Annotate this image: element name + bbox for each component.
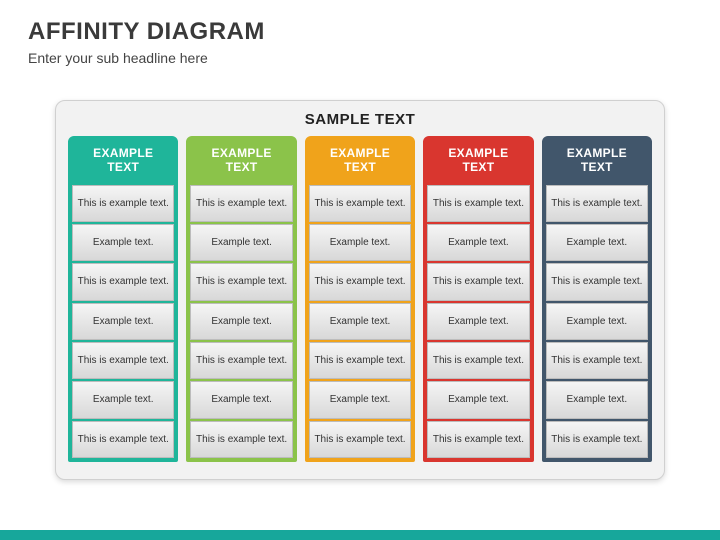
affinity-cell[interactable]: This is example text. xyxy=(427,421,529,458)
columns-container: EXAMPLE TEXTThis is example text.Example… xyxy=(68,136,652,462)
column-cells: This is example text.Example text.This i… xyxy=(188,185,294,460)
affinity-cell[interactable]: Example text. xyxy=(190,303,292,340)
affinity-column: EXAMPLE TEXTThis is example text.Example… xyxy=(68,136,178,462)
affinity-cell[interactable]: This is example text. xyxy=(546,185,648,222)
affinity-cell[interactable]: This is example text. xyxy=(190,421,292,458)
affinity-cell[interactable]: This is example text. xyxy=(309,185,411,222)
affinity-cell[interactable]: This is example text. xyxy=(427,263,529,300)
affinity-cell[interactable]: This is example text. xyxy=(190,342,292,379)
column-header: EXAMPLE TEXT xyxy=(307,138,413,185)
affinity-cell[interactable]: This is example text. xyxy=(309,263,411,300)
affinity-cell[interactable]: Example text. xyxy=(190,381,292,418)
column-cells: This is example text.Example text.This i… xyxy=(544,185,650,460)
affinity-cell[interactable]: This is example text. xyxy=(309,421,411,458)
column-header: EXAMPLE TEXT xyxy=(188,138,294,185)
affinity-cell[interactable]: This is example text. xyxy=(72,342,174,379)
affinity-cell[interactable]: This is example text. xyxy=(190,263,292,300)
page-title: AFFINITY DIAGRAM xyxy=(0,0,720,48)
affinity-cell[interactable]: Example text. xyxy=(309,224,411,261)
panel-title: SAMPLE TEXT xyxy=(68,111,652,128)
affinity-cell[interactable]: Example text. xyxy=(72,303,174,340)
affinity-panel: SAMPLE TEXT EXAMPLE TEXTThis is example … xyxy=(55,100,665,480)
affinity-cell[interactable]: This is example text. xyxy=(546,421,648,458)
affinity-cell[interactable]: This is example text. xyxy=(72,263,174,300)
affinity-cell[interactable]: This is example text. xyxy=(546,263,648,300)
column-cells: This is example text.Example text.This i… xyxy=(70,185,176,460)
affinity-cell[interactable]: This is example text. xyxy=(72,421,174,458)
affinity-cell[interactable]: This is example text. xyxy=(190,185,292,222)
affinity-cell[interactable]: This is example text. xyxy=(309,342,411,379)
column-cells: This is example text.Example text.This i… xyxy=(425,185,531,460)
affinity-cell[interactable]: Example text. xyxy=(72,224,174,261)
affinity-cell[interactable]: Example text. xyxy=(546,381,648,418)
page-subtitle[interactable]: Enter your sub headline here xyxy=(0,48,720,66)
affinity-cell[interactable]: Example text. xyxy=(309,303,411,340)
affinity-column: EXAMPLE TEXTThis is example text.Example… xyxy=(305,136,415,462)
column-header: EXAMPLE TEXT xyxy=(70,138,176,185)
slide: AFFINITY DIAGRAM Enter your sub headline… xyxy=(0,0,720,540)
affinity-cell[interactable]: This is example text. xyxy=(72,185,174,222)
column-header: EXAMPLE TEXT xyxy=(544,138,650,185)
affinity-cell[interactable]: Example text. xyxy=(309,381,411,418)
affinity-cell[interactable]: This is example text. xyxy=(427,185,529,222)
affinity-cell[interactable]: This is example text. xyxy=(427,342,529,379)
affinity-cell[interactable]: Example text. xyxy=(546,224,648,261)
affinity-cell[interactable]: Example text. xyxy=(72,381,174,418)
affinity-column: EXAMPLE TEXTThis is example text.Example… xyxy=(423,136,533,462)
affinity-cell[interactable]: Example text. xyxy=(427,224,529,261)
column-cells: This is example text.Example text.This i… xyxy=(307,185,413,460)
affinity-cell[interactable]: Example text. xyxy=(546,303,648,340)
affinity-cell[interactable]: This is example text. xyxy=(546,342,648,379)
affinity-cell[interactable]: Example text. xyxy=(427,303,529,340)
affinity-cell[interactable]: Example text. xyxy=(190,224,292,261)
footer-accent-bar xyxy=(0,530,720,540)
affinity-cell[interactable]: Example text. xyxy=(427,381,529,418)
column-header: EXAMPLE TEXT xyxy=(425,138,531,185)
affinity-column: EXAMPLE TEXTThis is example text.Example… xyxy=(542,136,652,462)
affinity-column: EXAMPLE TEXTThis is example text.Example… xyxy=(186,136,296,462)
